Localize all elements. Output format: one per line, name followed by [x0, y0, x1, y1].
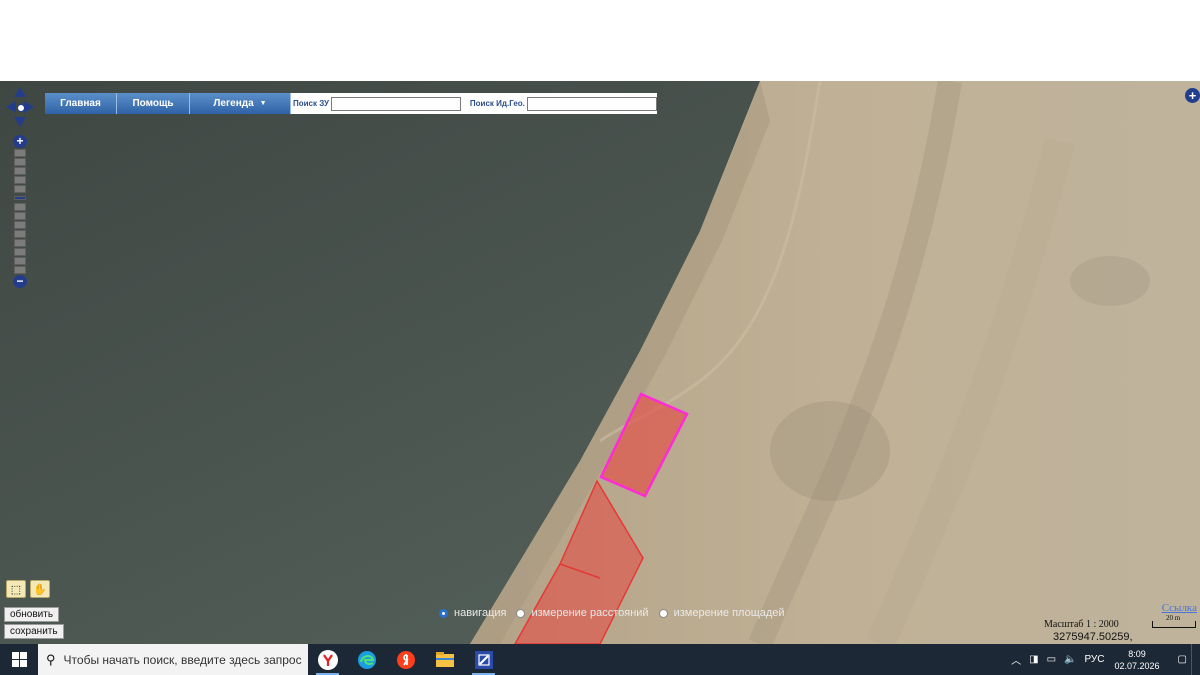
scale-bar: [1152, 621, 1196, 628]
radio-distance[interactable]: [516, 608, 526, 618]
zoom-slider[interactable]: + −: [13, 135, 27, 288]
home-button[interactable]: Главная: [45, 93, 117, 114]
satellite-imagery: [0, 81, 1200, 644]
zoom-in-icon[interactable]: +: [13, 135, 27, 148]
zoom-level-step[interactable]: [14, 257, 26, 265]
search-zu-input[interactable]: [330, 96, 461, 111]
zoom-level-step[interactable]: [14, 176, 26, 184]
yandex-taskbar-button[interactable]: [386, 644, 425, 675]
windows-start-button[interactable]: [0, 644, 38, 675]
pan-control: [6, 87, 34, 127]
zoom-level-step[interactable]: [14, 158, 26, 166]
chevron-up-icon[interactable]: ︿: [1011, 652, 1021, 667]
radio-area[interactable]: [658, 608, 668, 618]
pan-left-icon[interactable]: [6, 101, 16, 113]
zoom-level-step[interactable]: [14, 230, 26, 238]
edge-icon: [357, 650, 376, 669]
zoom-level-step[interactable]: [14, 203, 26, 211]
pan-down-icon[interactable]: [14, 117, 26, 127]
mode-navigation-label: навигация: [454, 607, 507, 619]
legend-button[interactable]: Легенда ▼: [190, 93, 291, 114]
coordinates-readout: 3275947.50259, 456045.01264: [1053, 631, 1133, 644]
pan-hand-icon[interactable]: ✋: [30, 580, 50, 598]
mode-distance[interactable]: измерение расстояний: [516, 607, 649, 619]
radio-navigation[interactable]: [439, 608, 448, 618]
mode-selector: навигация измерение расстояний измерение…: [439, 607, 795, 619]
zoom-level-step[interactable]: [14, 149, 26, 157]
clock-date: 02.07.2026: [1114, 660, 1160, 671]
taskbar-search-placeholder: Чтобы начать поиск, введите здесь запрос: [63, 652, 302, 667]
pen-app-icon[interactable]: ◨: [1029, 654, 1038, 665]
zoom-level-step[interactable]: [14, 248, 26, 256]
map-viewport[interactable]: + − Главная Помощь Легенда ▼ Поиск ЗУ Пои…: [0, 81, 1200, 644]
pan-right-icon[interactable]: [24, 101, 34, 113]
windows-taskbar: ⚲ Чтобы начать поиск, введите здесь запр…: [0, 644, 1200, 675]
edge-taskbar-button[interactable]: [347, 644, 386, 675]
zoom-box-icon[interactable]: ⬚: [6, 580, 26, 598]
save-button[interactable]: сохранить: [4, 624, 64, 639]
top-toolbar: Главная Помощь Легенда ▼ Поиск ЗУ Поиск И…: [45, 93, 657, 114]
zoom-level-step[interactable]: [14, 167, 26, 175]
home-button-label: Главная: [60, 98, 101, 109]
top-blank-area: [0, 0, 1200, 81]
expand-layers-icon[interactable]: +: [1185, 88, 1200, 103]
search-icon: ⚲: [46, 651, 56, 667]
zoom-level-step[interactable]: [14, 212, 26, 220]
zoom-level-indicator[interactable]: [14, 196, 26, 200]
clock[interactable]: 8:09 02.07.2026: [1115, 648, 1160, 672]
show-desktop-button[interactable]: [1191, 644, 1200, 675]
yandex-browser-icon: [317, 649, 338, 670]
language-indicator[interactable]: РУС: [1084, 654, 1104, 665]
zoom-level-step[interactable]: [14, 266, 26, 274]
chevron-down-icon: ▼: [259, 100, 267, 107]
windows-logo-icon: [11, 652, 27, 667]
zoom-out-icon[interactable]: −: [13, 275, 27, 288]
map-tools: ⬚ ✋: [6, 580, 50, 598]
mode-navigation[interactable]: навигация: [439, 607, 506, 619]
search-zu-label: Поиск ЗУ: [293, 99, 329, 108]
folder-icon: [435, 651, 454, 667]
taskbar-search-box[interactable]: ⚲ Чтобы начать поиск, введите здесь запр…: [38, 644, 308, 675]
yandex-icon: [396, 650, 415, 669]
help-button-label: Помощь: [132, 98, 174, 109]
search-geo-label: Поиск Ид.Гео.: [469, 99, 525, 108]
help-button[interactable]: Помощь: [117, 93, 190, 114]
clock-time: 8:09: [1128, 648, 1146, 659]
zoom-level-step[interactable]: [14, 185, 26, 193]
mode-area-label: измерение площадей: [673, 607, 785, 619]
file-explorer-taskbar-button[interactable]: [425, 644, 464, 675]
app-taskbar-button[interactable]: [464, 644, 503, 675]
app-icon: [474, 650, 493, 669]
zoom-steps: [13, 149, 27, 274]
search-area: Поиск ЗУ Поиск Ид.Гео.: [291, 93, 657, 114]
yandex-browser-taskbar-button[interactable]: [308, 644, 347, 675]
pan-center-icon[interactable]: [17, 104, 25, 112]
mode-area[interactable]: измерение площадей: [658, 607, 785, 619]
legend-button-label: Легенда: [213, 98, 254, 109]
pan-up-icon[interactable]: [14, 87, 26, 97]
volume-muted-icon[interactable]: 🔈: [1064, 654, 1076, 665]
scale-label: Масштаб 1 : 2000: [1044, 619, 1119, 630]
zoom-level-step[interactable]: [14, 239, 26, 247]
mode-distance-label: измерение расстояний: [531, 607, 649, 619]
link-button[interactable]: Ссылка: [1162, 602, 1197, 614]
notifications-icon[interactable]: ▢: [1178, 654, 1187, 665]
system-tray: ︿ ◨ ▭ 🔈 РУС 8:09 02.07.2026 ▢: [1007, 644, 1200, 675]
zoom-level-step[interactable]: [14, 221, 26, 229]
search-geo-input[interactable]: [526, 96, 657, 111]
network-icon[interactable]: ▭: [1047, 654, 1056, 665]
refresh-button[interactable]: обновить: [4, 607, 60, 622]
